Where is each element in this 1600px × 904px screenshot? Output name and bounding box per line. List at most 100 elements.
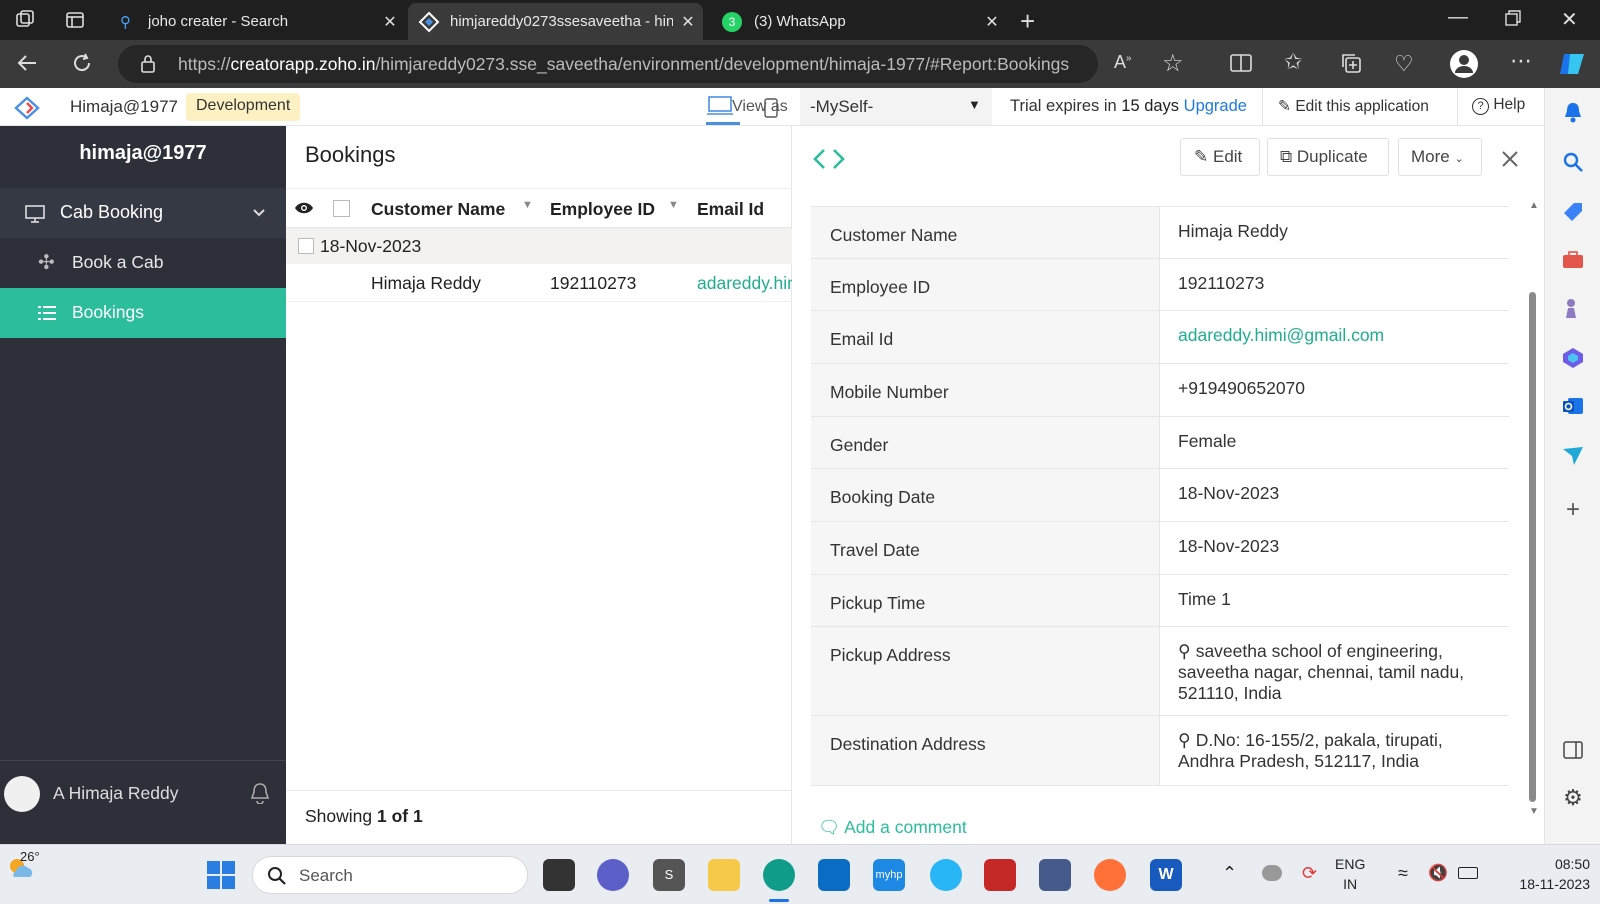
collections-icon[interactable]	[1340, 52, 1362, 74]
close-tab-icon[interactable]: ✕	[673, 12, 703, 32]
app-name[interactable]: Himaja@1977	[70, 97, 178, 117]
prev-next-record-icon[interactable]	[813, 148, 845, 170]
task-view-icon[interactable]	[543, 859, 575, 891]
wifi-icon[interactable]: ≈	[1398, 863, 1408, 884]
windows-start-icon[interactable]	[206, 860, 236, 890]
hide-sidebar-icon[interactable]	[1545, 732, 1600, 768]
sync-icon[interactable]: ⟳	[1302, 863, 1317, 884]
field-value: 192110273	[1178, 273, 1265, 293]
bell-icon[interactable]	[250, 782, 270, 804]
chevron-up-icon[interactable]: ⌃	[1222, 863, 1237, 884]
profile-avatar-icon[interactable]	[1449, 49, 1479, 79]
microsoft-store-icon[interactable]	[818, 859, 850, 891]
get-help-icon[interactable]	[930, 859, 962, 891]
tab-actions-icon[interactable]	[65, 10, 85, 30]
field-value: Himaja Reddy	[1178, 221, 1288, 241]
back-icon[interactable]	[16, 52, 38, 74]
edit-application-link[interactable]: ✎ Edit this application	[1278, 97, 1429, 116]
split-screen-icon[interactable]	[1230, 53, 1252, 73]
add-sidebar-app-icon[interactable]: +	[1545, 492, 1600, 528]
close-icon[interactable]	[1501, 150, 1519, 168]
new-tab-icon[interactable]: +	[1020, 6, 1035, 37]
group-row[interactable]: 18-Nov-2023	[286, 228, 792, 264]
nav-item-book-a-cab[interactable]: ✣ Book a Cab	[0, 238, 286, 288]
teams-chat-icon[interactable]	[597, 859, 629, 891]
column-header-customer-name[interactable]: Customer Name	[371, 199, 505, 220]
detail-scrollbar[interactable]: ▲ ▼	[1527, 200, 1539, 820]
nav-item-bookings[interactable]: Bookings	[0, 288, 286, 338]
email-link[interactable]: adareddy.himi@gmail.com	[1160, 311, 1509, 363]
word-icon[interactable]: W	[1150, 859, 1182, 891]
close-window-icon[interactable]: ✕	[1561, 7, 1578, 32]
volume-muted-icon[interactable]: 🔇	[1428, 863, 1448, 883]
myhp-icon[interactable]: myhp	[873, 859, 905, 891]
settings-gear-icon[interactable]: ⚙	[1545, 780, 1600, 816]
nav-section-cab-booking[interactable]: Cab Booking	[0, 188, 286, 238]
file-explorer-icon[interactable]	[708, 859, 740, 891]
app-s-icon[interactable]: S	[653, 859, 685, 891]
notification-bell-icon[interactable]	[1545, 94, 1600, 130]
edit-button[interactable]: ✎ Edit	[1180, 138, 1260, 176]
games-chess-icon[interactable]	[1545, 290, 1600, 326]
read-aloud-icon[interactable]: A»	[1114, 52, 1132, 73]
pagination-summary: Showing 1 of 1	[305, 806, 423, 826]
search-icon[interactable]	[1545, 144, 1600, 180]
table-header: Customer Name ▼ Employee ID ▼ Email Id	[286, 188, 792, 228]
taskbar-search[interactable]: Search	[252, 856, 528, 894]
chevron-down-icon	[253, 209, 265, 217]
favorites-icon[interactable]: ✩	[1284, 49, 1302, 75]
user-select[interactable]: -MySelf- ▼	[800, 88, 992, 125]
group-checkbox[interactable]	[298, 238, 314, 254]
desktop-view-icon	[707, 96, 733, 115]
copilot-icon[interactable]	[1558, 50, 1586, 78]
field-label: Mobile Number	[811, 364, 1160, 416]
table-row[interactable]: Himaja Reddy 192110273 adareddy.himi@gma…	[286, 264, 792, 302]
field-value: +919490652070	[1178, 378, 1306, 398]
firefox-icon[interactable]	[1094, 859, 1126, 891]
duplicate-button[interactable]: ⧉ Duplicate	[1267, 138, 1389, 176]
browser-tab-search[interactable]: ⚲ joho creater - Search ✕	[110, 3, 405, 40]
tools-briefcase-icon[interactable]	[1545, 242, 1600, 278]
virtualbox-icon[interactable]	[1039, 859, 1071, 891]
user-avatar[interactable]	[4, 776, 40, 812]
column-header-employee-id[interactable]: Employee ID	[550, 199, 655, 220]
help-link[interactable]: ? Help	[1472, 96, 1525, 115]
favorite-star-icon[interactable]: ☆	[1162, 49, 1184, 78]
cell-email-link[interactable]: adareddy.himi@gmail.com	[697, 273, 792, 294]
address-bar[interactable]: https://creatorapp.zoho.in/himjareddy027…	[118, 45, 1098, 83]
upgrade-link[interactable]: Upgrade	[1184, 97, 1247, 115]
outlook-icon[interactable]	[1545, 388, 1600, 424]
browser-toolbar: https://creatorapp.zoho.in/himjareddy027…	[0, 40, 1600, 88]
refresh-icon[interactable]	[71, 52, 93, 74]
more-options-icon[interactable]: ⋯	[1510, 48, 1532, 74]
more-button[interactable]: More ⌄	[1398, 138, 1482, 176]
sort-caret-icon[interactable]: ▼	[668, 199, 679, 211]
restore-icon[interactable]	[1505, 10, 1521, 26]
view-as-toggle[interactable]: View as	[706, 92, 798, 125]
language-indicator[interactable]: ENG IN	[1335, 854, 1365, 894]
zoho-creator-logo-icon[interactable]	[14, 96, 40, 120]
minimize-icon[interactable]: —	[1448, 6, 1468, 29]
select-all-checkbox[interactable]	[333, 200, 350, 217]
lock-icon[interactable]	[140, 54, 156, 74]
add-comment-link[interactable]: 🗨 Add a comment	[818, 817, 967, 838]
microsoft-365-icon[interactable]	[1545, 340, 1600, 376]
close-tab-icon[interactable]: ✕	[375, 12, 405, 32]
clock[interactable]: 08:50 18-11-2023	[1500, 854, 1590, 894]
user-name[interactable]: A Himaja Reddy	[53, 783, 178, 804]
shopping-tag-icon[interactable]	[1545, 194, 1600, 230]
edge-browser-icon[interactable]	[763, 859, 795, 891]
battery-icon[interactable]	[1458, 867, 1478, 879]
mcafee-icon[interactable]	[984, 859, 1016, 891]
close-tab-icon[interactable]: ✕	[977, 12, 1007, 32]
send-drop-icon[interactable]	[1545, 438, 1600, 474]
browser-tab-whatsapp[interactable]: 3 (3) WhatsApp ✕	[712, 3, 1007, 40]
environment-badge[interactable]: Development	[186, 93, 301, 121]
sort-caret-icon[interactable]: ▼	[522, 199, 533, 211]
onedrive-icon[interactable]	[1262, 865, 1282, 881]
browser-tab-zoho[interactable]: himjareddy0273ssesaveetha - hin ✕	[408, 3, 703, 40]
eye-icon[interactable]	[294, 201, 314, 215]
column-header-email-id[interactable]: Email Id	[697, 199, 764, 220]
workspaces-icon[interactable]	[14, 9, 36, 31]
browser-essentials-icon[interactable]: ♡	[1394, 51, 1414, 77]
